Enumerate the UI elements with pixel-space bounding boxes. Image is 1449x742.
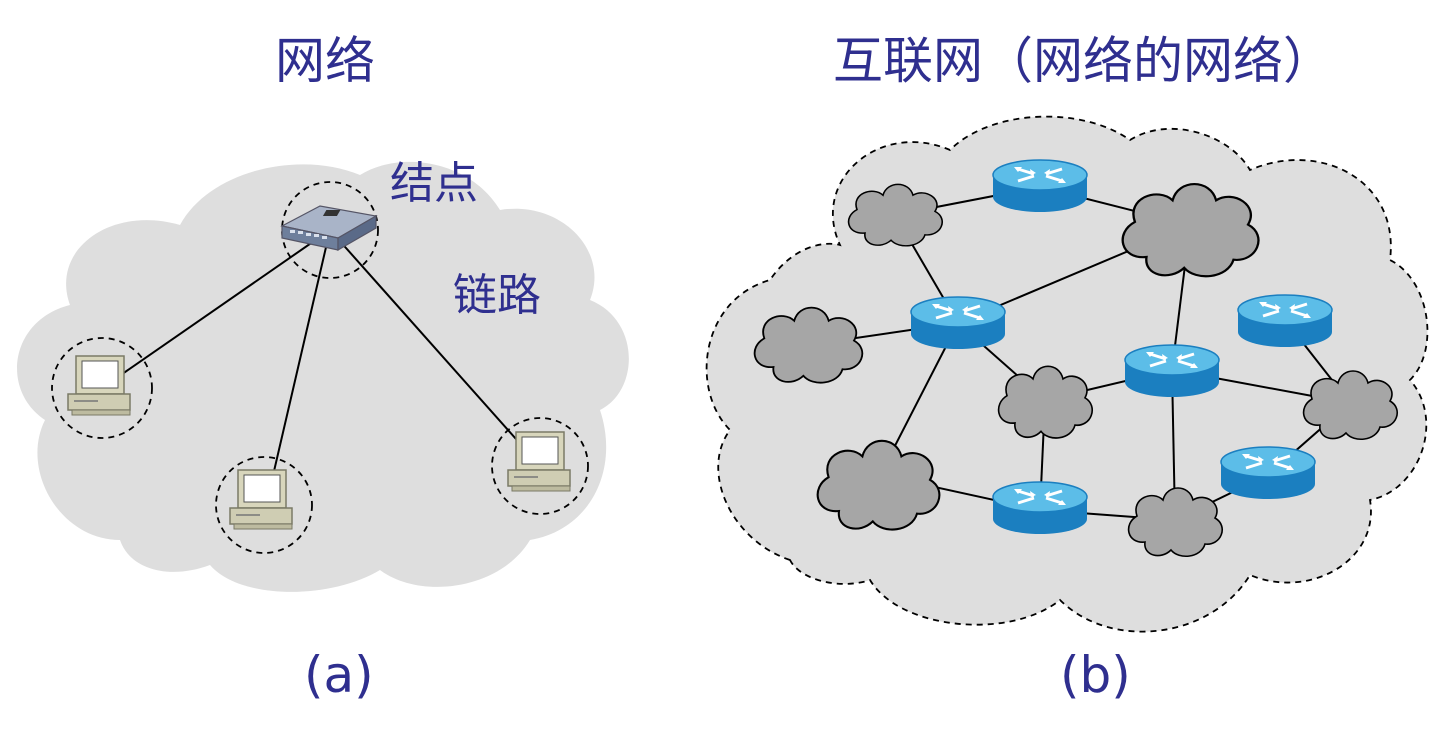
desktop-computer-icon [229,469,293,530]
router-icon [1123,343,1221,399]
diagram-canvas [17,115,1429,633]
desktop-computer-icon [67,355,131,416]
link-label: 链路 [453,270,541,321]
router-icon [909,295,1007,351]
panel-a [17,161,629,592]
panel-b [705,115,1429,633]
node-label: 结点 [390,158,478,209]
panel-b-title: 互联网（网络的网络） [833,32,1333,90]
desktop-computer-icon [507,431,571,492]
router-icon [1219,445,1317,501]
panel-b-caption: (b) [1060,646,1131,704]
router-icon [991,158,1089,214]
router-icon [991,480,1089,536]
panel-a-title: 网络 [275,32,375,90]
panel-a-caption: (a) [304,646,374,704]
router-icon [1236,293,1334,349]
